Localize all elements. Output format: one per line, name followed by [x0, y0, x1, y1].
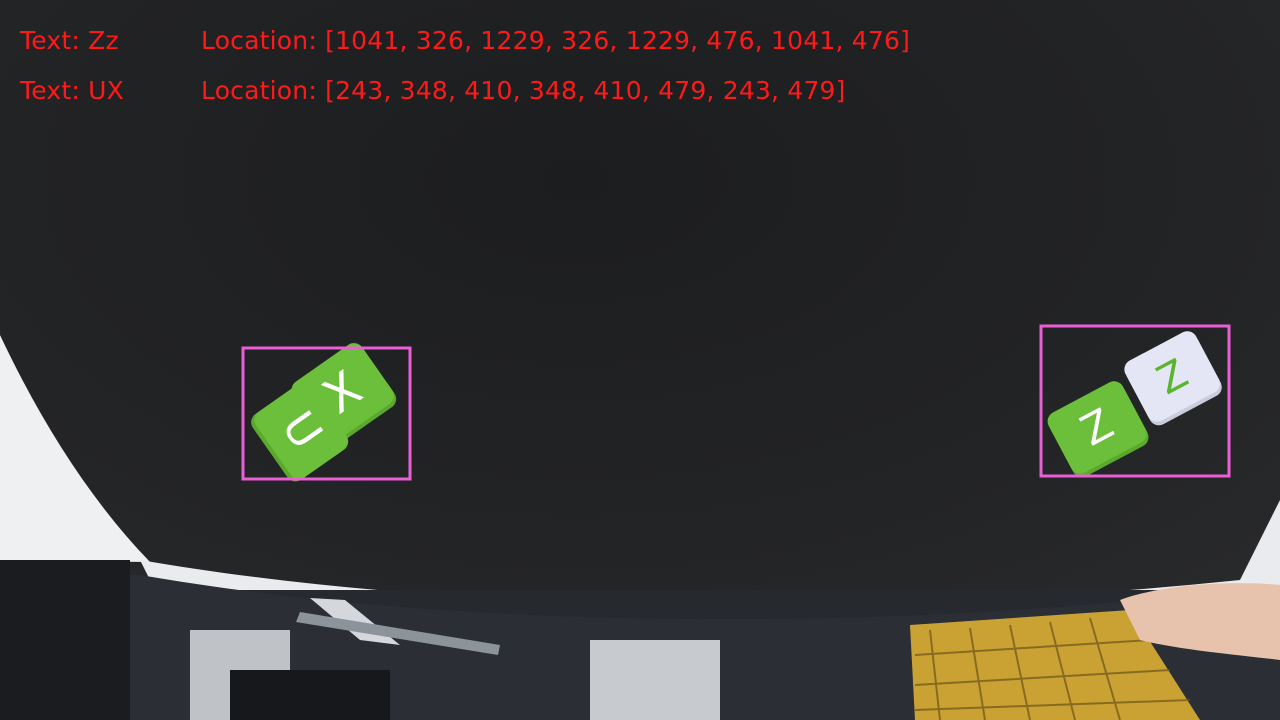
text-prefix: Text: [20, 26, 89, 55]
location-prefix: Location: [201, 76, 326, 105]
detection-text: UX [88, 76, 124, 105]
photo-scene: X U Z Z [0, 0, 1280, 720]
location-readout: Location: [1041, 326, 1229, 326, 1229, 4… [201, 26, 910, 55]
location-prefix: Location: [201, 26, 326, 55]
detection-text: Zz [88, 26, 119, 55]
dark-corner [0, 560, 130, 720]
text-prefix: Text: [20, 76, 89, 105]
chair-shadow [230, 670, 390, 720]
room-object-white [590, 640, 720, 720]
location-value: [1041, 326, 1229, 326, 1229, 476, 1041, … [325, 26, 911, 55]
detection-label-ux: Text: UX Location: [243, 348, 410, 348, … [20, 76, 845, 105]
detection-label-zz: Text: Zz Location: [1041, 326, 1229, 326… [20, 26, 910, 55]
location-readout: Location: [243, 348, 410, 348, 410, 479,… [201, 76, 846, 105]
location-value: [243, 348, 410, 348, 410, 479, 243, 479] [325, 76, 846, 105]
